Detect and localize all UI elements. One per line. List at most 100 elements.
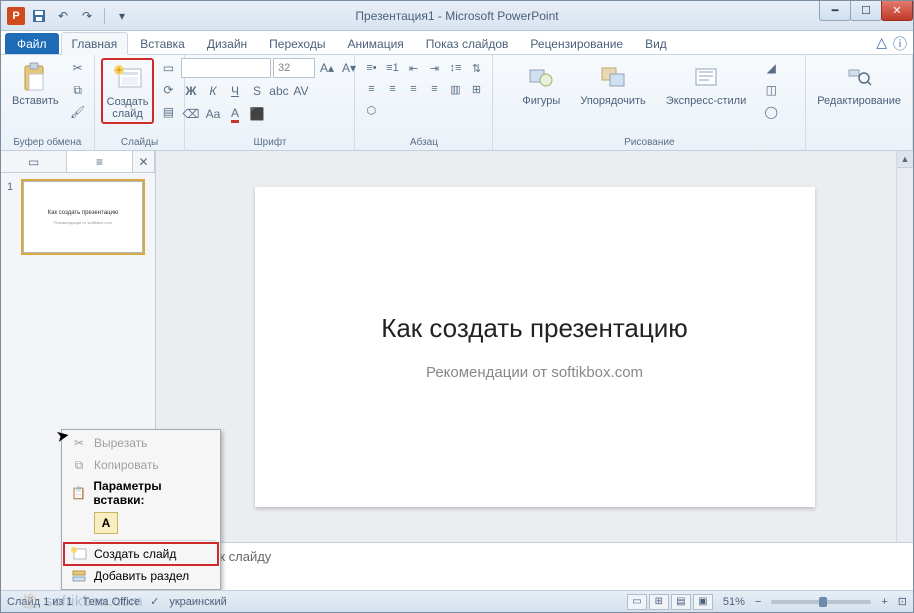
section-icon[interactable]: ▤	[158, 102, 178, 122]
zoom-in-button[interactable]: +	[881, 596, 887, 608]
group-font-label: Шрифт	[254, 136, 287, 149]
group-font: 32 A▴ A▾ Ж К Ч S abc AV ⌫ Aa A ⬛	[185, 55, 355, 150]
justify-icon[interactable]: ≡	[424, 79, 444, 99]
fit-window-button[interactable]: ⊡	[898, 595, 907, 608]
copy-icon: ⧉	[70, 457, 88, 473]
group-editing: Редактирование	[806, 55, 913, 150]
font-color-icon[interactable]: A	[225, 104, 245, 124]
shape-effects-icon[interactable]: ◯	[761, 102, 781, 122]
copy-icon[interactable]: ⧉	[68, 80, 88, 100]
minimize-ribbon-icon[interactable]: △	[876, 34, 887, 54]
tab-slideshow[interactable]: Показ слайдов	[416, 33, 519, 54]
tab-insert[interactable]: Вставка	[130, 33, 195, 54]
zoom-out-button[interactable]: −	[755, 596, 761, 608]
convert-smartart-icon[interactable]: ⬡	[361, 100, 381, 120]
spellcheck-icon[interactable]: ✓	[150, 595, 159, 608]
align-center-icon[interactable]: ≡	[382, 79, 402, 99]
shape-outline-icon[interactable]: ◫	[761, 80, 781, 100]
arrange-button[interactable]: Упорядочить	[575, 58, 650, 110]
titlebar: P ↶ ↷ ▾ Презентация1 - Microsoft PowerPo…	[1, 1, 913, 31]
tab-animations[interactable]: Анимация	[337, 33, 413, 54]
editing-button[interactable]: Редактирование	[812, 58, 906, 110]
new-slide-button[interactable]: Создать слайд	[101, 58, 155, 124]
slideshow-view-button[interactable]: ▣	[693, 594, 713, 610]
tab-home[interactable]: Главная	[61, 32, 129, 55]
format-painter-icon[interactable]: 🖌	[68, 102, 88, 122]
new-slide-label: Создать слайд	[107, 96, 149, 120]
bold-icon[interactable]: Ж	[181, 81, 201, 101]
tab-transitions[interactable]: Переходы	[259, 33, 335, 54]
font-size-select[interactable]: 32	[273, 58, 315, 78]
numbering-icon[interactable]: ≡1	[382, 58, 402, 78]
layout-icon[interactable]: ▭	[158, 58, 178, 78]
close-button[interactable]: ✕	[881, 1, 913, 21]
italic-icon[interactable]: К	[203, 81, 223, 101]
underline-icon[interactable]: Ч	[225, 81, 245, 101]
reset-icon[interactable]: ⟳	[158, 80, 178, 100]
zoom-level[interactable]: 51%	[723, 596, 745, 608]
slide-canvas-area[interactable]: Как создать презентацию Рекомендации от …	[156, 151, 913, 542]
bullets-icon[interactable]: ≡•	[361, 58, 381, 78]
align-text-icon[interactable]: ⊞	[466, 79, 486, 99]
window-controls: ━ ☐ ✕	[820, 1, 913, 21]
grow-font-icon[interactable]: A▴	[317, 58, 337, 78]
group-slides-label: Слайды	[121, 136, 158, 149]
tab-view[interactable]: Вид	[635, 33, 677, 54]
help-icon[interactable]: ⓘ	[893, 34, 907, 54]
app-icon[interactable]: P	[7, 7, 25, 25]
quick-styles-button[interactable]: Экспресс-стили	[661, 58, 751, 110]
maximize-button[interactable]: ☐	[850, 1, 882, 21]
increase-indent-icon[interactable]: ⇥	[424, 58, 444, 78]
cut-icon[interactable]: ✂	[68, 58, 88, 78]
sorter-view-button[interactable]: ⊞	[649, 594, 669, 610]
paste-option-button[interactable]: А	[94, 512, 118, 534]
slide-title[interactable]: Как создать презентацию	[381, 313, 688, 344]
highlight-icon[interactable]: ⬛	[247, 104, 267, 124]
columns-icon[interactable]: ▥	[445, 79, 465, 99]
text-direction-icon[interactable]: ⇅	[466, 58, 486, 78]
menu-new-slide[interactable]: Создать слайд	[63, 542, 219, 566]
undo-icon[interactable]: ↶	[53, 6, 73, 26]
language-indicator[interactable]: украинский	[169, 596, 226, 608]
font-family-select[interactable]	[181, 58, 271, 78]
reading-view-button[interactable]: ▤	[671, 594, 691, 610]
vertical-scrollbar[interactable]: ▲	[896, 151, 913, 542]
change-case-icon[interactable]: Aa	[203, 104, 223, 124]
minimize-button[interactable]: ━	[819, 1, 851, 21]
strikethrough-icon[interactable]: S	[247, 81, 267, 101]
cut-icon: ✂	[70, 435, 88, 451]
menu-add-section[interactable]: Добавить раздел	[64, 565, 218, 587]
zoom-slider[interactable]	[771, 600, 871, 604]
redo-icon[interactable]: ↷	[77, 6, 97, 26]
menu-cut[interactable]: ✂ Вырезать	[64, 432, 218, 454]
align-right-icon[interactable]: ≡	[403, 79, 423, 99]
outline-tab[interactable]: ▭	[1, 151, 67, 172]
editor-area: Как создать презентацию Рекомендации от …	[156, 151, 913, 590]
tab-file[interactable]: Файл	[5, 33, 59, 54]
char-spacing-icon[interactable]: AV	[291, 81, 311, 101]
tab-review[interactable]: Рецензирование	[520, 33, 633, 54]
close-pane-button[interactable]: ✕	[133, 151, 155, 172]
shape-fill-icon[interactable]: ◢	[761, 58, 781, 78]
save-icon[interactable]	[29, 6, 49, 26]
arrange-label: Упорядочить	[580, 95, 645, 107]
notes-pane[interactable]: Заметки к слайду	[156, 542, 913, 590]
line-spacing-icon[interactable]: ↕≡	[445, 58, 465, 78]
tab-design[interactable]: Дизайн	[197, 33, 257, 54]
slide-subtitle[interactable]: Рекомендации от softikbox.com	[426, 364, 643, 381]
clear-formatting-icon[interactable]: ⌫	[181, 104, 201, 124]
slide-thumbnail[interactable]: 1 Как создать презентацию Рекомендации о…	[7, 181, 149, 253]
normal-view-button[interactable]: ▭	[627, 594, 647, 610]
align-left-icon[interactable]: ≡	[361, 79, 381, 99]
shapes-button[interactable]: Фигуры	[517, 58, 565, 110]
menu-cut-label: Вырезать	[94, 436, 147, 450]
decrease-indent-icon[interactable]: ⇤	[403, 58, 423, 78]
qat-customize-icon[interactable]: ▾	[112, 6, 132, 26]
paste-button[interactable]: Вставить	[7, 58, 64, 110]
slides-tab[interactable]: ≡	[67, 151, 133, 172]
scroll-up-icon[interactable]: ▲	[897, 151, 913, 168]
new-slide-icon	[112, 62, 144, 94]
shapes-label: Фигуры	[522, 95, 560, 107]
menu-copy[interactable]: ⧉ Копировать	[64, 454, 218, 476]
shadow-icon[interactable]: abc	[269, 81, 289, 101]
